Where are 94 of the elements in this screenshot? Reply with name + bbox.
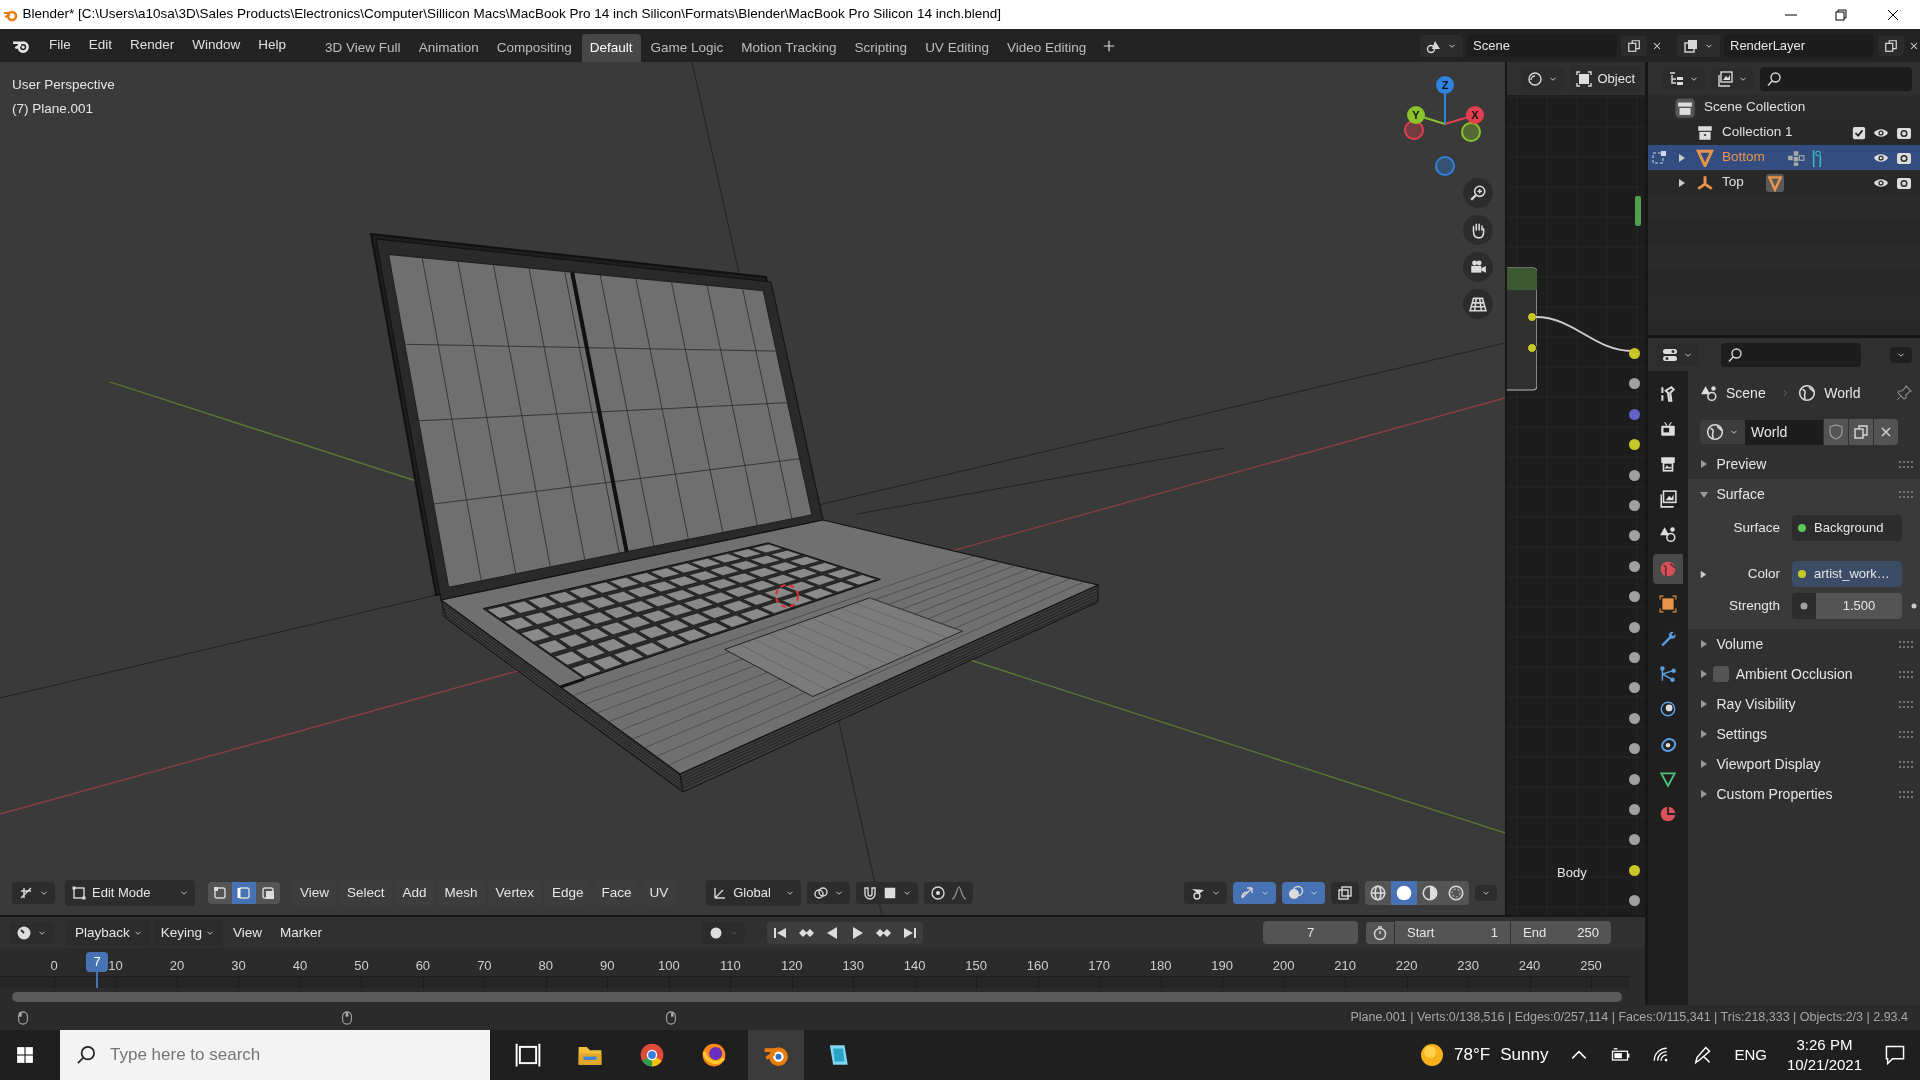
menu-item[interactable]: Help (249, 32, 296, 59)
frame-number: 220 (1395, 957, 1418, 976)
frame-number: 110 (719, 957, 741, 976)
temperature: 78°F (1454, 1044, 1491, 1067)
frame-number: 130 (842, 957, 865, 976)
socket-link-field[interactable]: Background (1792, 515, 1902, 541)
workspace-tab[interactable]: UV Editing (917, 33, 997, 62)
outliner-row[interactable]: Top (1648, 170, 1920, 195)
frame-number: 160 (1026, 957, 1049, 976)
panel-header[interactable]: Viewport Display (1688, 749, 1920, 779)
panel-header[interactable]: Preview (1688, 449, 1920, 479)
menu-item[interactable]: Edit (79, 32, 122, 59)
panel-header[interactable]: Ambient Occlusion (1688, 659, 1920, 689)
frame-number: 170 (1088, 957, 1110, 976)
frame-number: 200 (1272, 957, 1295, 976)
object-button[interactable]: Object (1570, 65, 1641, 92)
workspace-tab[interactable]: Scripting (846, 33, 916, 62)
breadcrumb-item[interactable]: Scene (1726, 382, 1766, 404)
menu-item[interactable]: Render (121, 32, 184, 59)
field-label: Color (1746, 564, 1780, 583)
object-info: (7) Plane.001 (12, 100, 94, 119)
start-frame-field[interactable]: Start 1 (1395, 920, 1510, 945)
axis-label[interactable]: X (1466, 106, 1484, 124)
outliner-item-name: Bottom (1722, 148, 1765, 167)
workspace-tab[interactable]: 3D View Full (317, 33, 409, 62)
node-label: Body (1557, 864, 1587, 882)
frame-number: 250 (1580, 957, 1602, 976)
scene-statistics: Plane.001 | Verts:0/138,516 | Edges:0/257,114 | Faces:0/115,341 | Tris:218,333 | Objects:2/3 | 2.93.4 (1350, 1009, 1908, 1027)
menu-item[interactable]: Keying (152, 919, 224, 946)
frame-number: 20 (169, 957, 185, 976)
current-frame-field[interactable]: 7 (1263, 920, 1358, 945)
frame-number: 70 (477, 957, 492, 976)
orientation-dropdown[interactable]: Global (706, 880, 802, 906)
frame-number: 40 (292, 957, 308, 976)
frame-number: 90 (600, 957, 615, 976)
panel-header[interactable]: Surface (1688, 479, 1920, 509)
panel-header[interactable]: Ray Visibility (1688, 689, 1920, 719)
end-frame-field[interactable]: End 250 (1511, 920, 1611, 945)
menu-item[interactable]: Window (183, 32, 250, 59)
frame-number: 50 (354, 957, 369, 976)
frame-number: 100 (657, 957, 680, 976)
frame-number: 230 (1457, 957, 1479, 976)
axis-label[interactable]: Z (1436, 76, 1454, 94)
socket-link-field[interactable]: artist_work… (1792, 561, 1902, 587)
name-field[interactable]: RenderLayer (1724, 33, 1874, 58)
outliner-item-name: Collection 1 (1722, 123, 1793, 142)
menu-item[interactable]: File (40, 32, 80, 59)
frame-number: 150 (965, 957, 988, 976)
clock-date[interactable]: 10/21/2021 (1786, 1055, 1862, 1076)
weather-condition: Sunny (1500, 1044, 1549, 1067)
frame-number: 10 (108, 957, 123, 976)
workspace-tab[interactable]: Game Logic (642, 33, 732, 62)
workspace-tab[interactable]: Motion Tracking (733, 33, 845, 62)
frame-number: 60 (415, 957, 431, 976)
breadcrumb-item[interactable]: World (1824, 382, 1861, 404)
axis-label[interactable]: Y (1407, 106, 1425, 124)
outliner-item-name: Top (1722, 173, 1744, 192)
workspace-tab[interactable]: Animation (410, 33, 487, 62)
workspace-tab[interactable]: Video Editing (998, 33, 1095, 62)
input-language[interactable]: ENG (1734, 1043, 1767, 1067)
field-label: Strength (1727, 596, 1780, 615)
outliner-row[interactable]: Bottom (1648, 145, 1920, 170)
datablock-name-field[interactable]: World (1745, 419, 1823, 445)
frame-number: 190 (1211, 957, 1233, 976)
workspace-tab[interactable]: Default (581, 33, 641, 62)
menu-item[interactable]: Playback (67, 919, 151, 946)
playhead[interactable]: 7 (86, 952, 109, 973)
frame-number: 180 (1149, 957, 1172, 976)
frame-number: 30 (231, 957, 246, 976)
orientation-label: Global (733, 884, 772, 903)
menu-item[interactable]: Marker (272, 919, 331, 946)
name-field[interactable]: Scene (1467, 33, 1617, 58)
mode-label: Edit Mode (92, 884, 152, 903)
frame-number: 210 (1334, 957, 1356, 976)
panel-header[interactable]: Custom Properties (1688, 779, 1920, 809)
frame-number: 120 (780, 957, 803, 976)
clock-time[interactable]: 3:26 PM (1796, 1034, 1853, 1055)
panel-header[interactable]: Settings (1688, 719, 1920, 749)
view-name: User Perspective (12, 76, 115, 94)
frame-number: 140 (903, 957, 926, 976)
outliner-row[interactable]: Collection 1 (1648, 120, 1920, 145)
frame-number: 80 (538, 957, 554, 976)
taskbar-search-field[interactable]: Type here to search (60, 1030, 490, 1080)
field-value: artist_work… (1814, 565, 1890, 584)
field-label: Surface (1732, 518, 1780, 537)
field-value: Background (1814, 519, 1884, 538)
frame-number: 0 (50, 957, 58, 976)
menu-item[interactable]: View (225, 919, 271, 946)
frame-number: 240 (1518, 957, 1541, 976)
window-title: Blender* [C:\Users\a10sa\3D\Sales Products\Electronics\Computer\Sillicon Macs\MacBook Pro 14 inch Silicon\Formats\Blender\MacBook Pro Silicon 14 inch.blend] (22, 5, 1002, 24)
mode-dropdown[interactable]: Edit Mode (65, 880, 195, 906)
workspace-tab[interactable]: Compositing (488, 33, 580, 62)
outliner-item-name: Scene Collection (1704, 98, 1806, 117)
panel-header[interactable]: Volume (1688, 629, 1920, 659)
